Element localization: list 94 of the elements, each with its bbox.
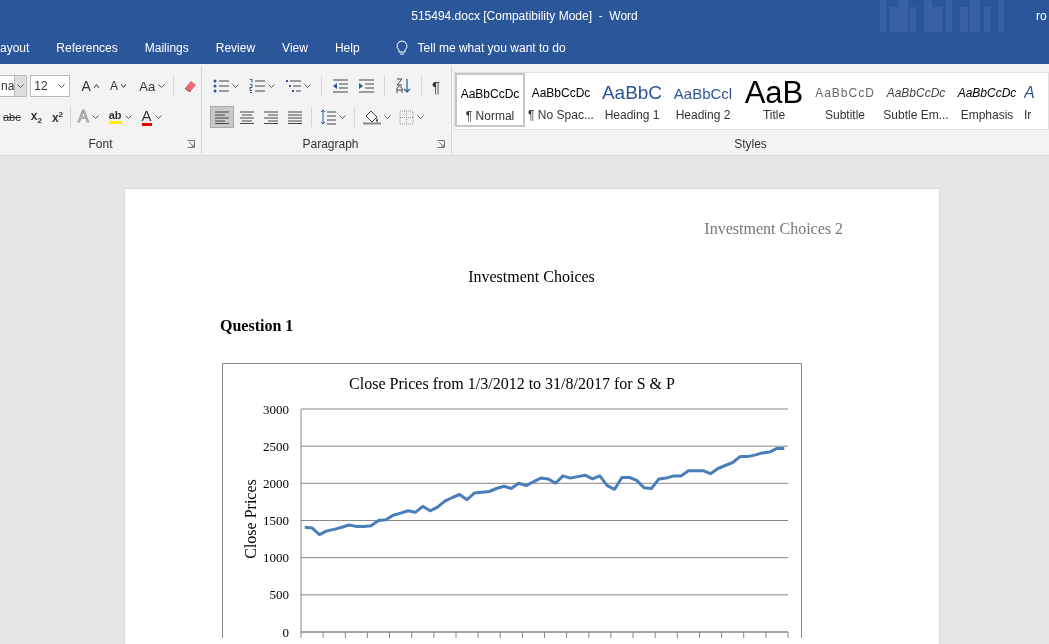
chart-title: Close Prices from 1/3/2012 to 31/8/2017 for S & P — [349, 375, 675, 392]
numbering-icon — [249, 79, 265, 93]
axis-tick-label: 0 — [282, 624, 289, 639]
font-size-field[interactable]: 12 — [30, 75, 70, 97]
ribbon-tab[interactable]: Review — [215, 35, 256, 61]
ribbon-tab[interactable]: ayout — [0, 35, 30, 61]
style-sample: AaBbCcDc — [957, 86, 1017, 100]
style-tile[interactable]: AaBbCcDc Emphasis — [952, 73, 1022, 127]
font-name-field[interactable]: na — [0, 75, 28, 97]
align-center-icon — [239, 110, 255, 124]
align-right-icon — [263, 110, 279, 124]
style-tile[interactable]: AaBbCcl Heading 2 — [668, 73, 738, 127]
decrease-indent-icon — [332, 79, 348, 93]
caret-icon — [154, 115, 162, 119]
section-heading: Question 1 — [220, 317, 294, 335]
style-sample: AaBbCcDc — [460, 87, 520, 101]
group-label: Font — [88, 137, 113, 151]
caret-icon — [91, 115, 99, 119]
down-caret-icon — [121, 84, 127, 88]
style-tile[interactable]: AaB Title — [739, 73, 809, 127]
caret-icon — [384, 115, 391, 119]
lightbulb-icon — [395, 40, 408, 56]
style-name: Subtle Em... — [883, 108, 949, 122]
justify-icon — [287, 110, 303, 124]
style-name: Emphasis — [960, 108, 1014, 122]
axis-tick-label: 2500 — [263, 438, 289, 454]
eraser-icon — [182, 78, 198, 94]
subscript-button[interactable]: x$_{2}$ — [27, 106, 45, 128]
axis-tick-label: 2000 — [263, 475, 289, 491]
paint-bucket-icon — [363, 109, 381, 125]
style-sample: AaBbC — [601, 82, 663, 104]
strikethrough-button[interactable]: abc — [0, 106, 24, 128]
caret-icon — [124, 115, 132, 119]
ribbon-tab[interactable]: Help — [334, 35, 360, 61]
style-sample: AaBbCcDc — [886, 86, 946, 100]
align-left-icon — [214, 110, 230, 124]
style-sample: AaBbCcDc — [531, 86, 591, 100]
highlight-button[interactable]: ab — [105, 106, 135, 128]
caret-icon — [268, 84, 275, 88]
axis-title: Close Prices — [242, 479, 259, 559]
caret-icon — [304, 84, 311, 88]
axis-tick-label: 1500 — [263, 513, 289, 528]
caret-icon — [158, 84, 166, 88]
style-name: ¶ No Spac... — [528, 108, 594, 122]
style-sample: AaB — [744, 75, 804, 110]
style-name: ¶ Normal — [465, 109, 515, 123]
dialog-launcher-icon — [437, 140, 445, 148]
caret-icon — [17, 84, 25, 88]
align-left-button[interactable] — [210, 106, 234, 128]
style-tile[interactable]: AaBbCcDc ¶ Normal — [455, 73, 525, 127]
increase-indent-icon — [358, 79, 374, 93]
style-name: Title — [762, 108, 786, 122]
style-tile[interactable]: A Ir — [1023, 73, 1039, 127]
style-tile[interactable]: AaBbCcDc Subtle Em... — [881, 73, 951, 127]
multilevel-list-icon — [285, 79, 301, 93]
show-marks-button[interactable]: ¶ — [429, 75, 444, 97]
ribbon-tab[interactable]: Mailings — [144, 35, 189, 61]
style-name: Ir — [1024, 108, 1032, 122]
group-label: Styles — [734, 137, 767, 151]
grow-font-button[interactable]: A — [78, 75, 102, 97]
font-color-button[interactable]: A — [138, 106, 165, 128]
caret-icon — [339, 115, 346, 119]
axis-tick-label: 1000 — [263, 550, 289, 566]
user-name[interactable]: ro — [1036, 9, 1047, 23]
style-tile[interactable]: AaBbCcD Subtitle — [810, 73, 880, 127]
bullets-icon — [213, 79, 229, 93]
up-caret-icon — [93, 84, 99, 88]
ribbon-tab[interactable]: View — [282, 35, 308, 61]
style-sample: AaBbCcD — [815, 86, 875, 100]
axis-tick-label: 3000 — [263, 401, 289, 417]
style-sample: A — [1024, 84, 1035, 102]
line-spacing-icon — [320, 109, 336, 125]
tell-me-field[interactable]: Tell me what you want to do — [417, 41, 566, 55]
style-name: Subtitle — [825, 108, 865, 122]
axis-tick-label: 500 — [269, 587, 289, 603]
style-name: Heading 1 — [604, 108, 660, 122]
change-case-button[interactable]: Aa — [136, 75, 169, 97]
document-title: Investment Choices — [468, 268, 595, 286]
page-header: Investment Choices 2 — [704, 220, 843, 238]
window-title: 515494.docx [Compatibility Mode] - Word — [411, 9, 638, 23]
style-tile[interactable]: AaBbC Heading 1 — [597, 73, 667, 127]
style-sample: AaBbCcl — [673, 84, 733, 102]
style-tile[interactable]: AaBbCcDc ¶ No Spac... — [526, 73, 596, 127]
ribbon-tab[interactable]: References — [56, 35, 118, 61]
sort-icon — [395, 78, 411, 94]
superscript-button[interactable]: x$^{2}$ — [48, 106, 67, 128]
shrink-font-button[interactable]: A — [107, 75, 130, 97]
borders-icon — [399, 109, 414, 125]
caret-icon — [232, 84, 239, 88]
caret-icon — [417, 115, 424, 119]
style-name: Heading 2 — [675, 108, 731, 122]
dialog-launcher-icon — [187, 140, 195, 148]
caret-icon — [57, 84, 65, 88]
group-label: Paragraph — [302, 137, 359, 151]
